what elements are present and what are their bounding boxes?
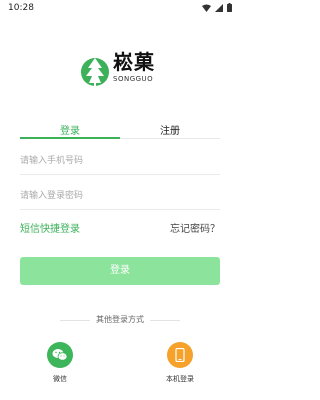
wechat-icon-circle xyxy=(47,342,73,368)
local-login-button[interactable]: 本机登录 xyxy=(160,342,200,384)
phone-icon-circle xyxy=(167,342,193,368)
sms-login-link[interactable]: 短信快捷登录 xyxy=(20,220,80,235)
wechat-icon xyxy=(52,349,68,361)
brand-name-en: SONGGUO xyxy=(113,75,154,83)
auth-tabs: 登录 注册 xyxy=(20,122,220,140)
phone-input[interactable] xyxy=(20,150,220,172)
brand-logo: 崧菓 SONGGUO xyxy=(80,50,165,88)
divider-right xyxy=(150,320,180,321)
phone-icon xyxy=(175,348,185,362)
battery-icon xyxy=(227,3,232,12)
login-button[interactable]: 登录 xyxy=(20,257,220,285)
password-input[interactable] xyxy=(20,185,220,207)
wifi-icon xyxy=(202,4,211,12)
status-icons xyxy=(202,3,232,12)
brand-name-cn: 崧菓 xyxy=(113,50,155,74)
forgot-password-link[interactable]: 忘记密码？ xyxy=(170,220,220,235)
signal-icon xyxy=(215,3,223,12)
active-tab-indicator xyxy=(20,137,120,139)
password-field-container xyxy=(20,183,220,210)
pine-tree-logo-icon xyxy=(81,58,109,86)
wechat-login-label: 微信 xyxy=(53,375,67,383)
tab-register[interactable]: 注册 xyxy=(120,122,220,138)
phone-field-container xyxy=(20,148,220,175)
status-time: 10:28 xyxy=(8,3,34,13)
wechat-login-button[interactable]: 微信 xyxy=(40,342,80,384)
status-bar: 10:28 xyxy=(0,0,240,16)
tab-login[interactable]: 登录 xyxy=(20,122,120,138)
other-login-title: 其他登录方式 xyxy=(96,315,144,324)
local-login-label: 本机登录 xyxy=(166,375,194,383)
